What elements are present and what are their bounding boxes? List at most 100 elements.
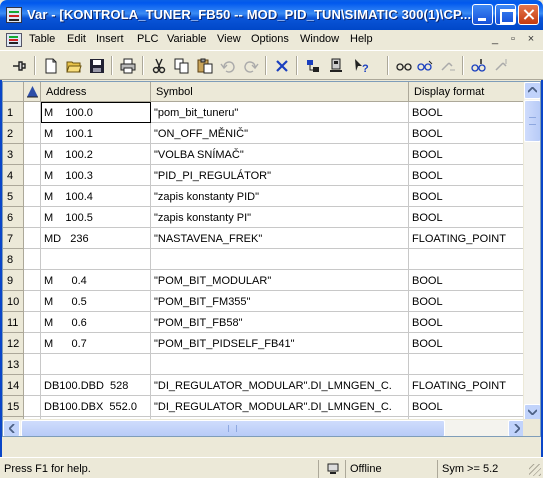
column-header-symbol[interactable]: Symbol [151, 82, 409, 102]
close-button[interactable] [518, 4, 539, 25]
copy-icon[interactable] [171, 55, 193, 77]
address-cell[interactable]: M 100.4 [41, 186, 151, 207]
address-cell[interactable]: M 0.5 [41, 291, 151, 312]
resize-grip[interactable] [529, 464, 541, 476]
table-row[interactable]: 10 M 0.5 "POM_BIT_FM355" BOOL [3, 291, 525, 312]
glasses-icon[interactable] [393, 55, 415, 77]
mdi-minimize-button[interactable]: _ [488, 33, 502, 46]
document-menu-icon[interactable] [6, 33, 22, 47]
monitor-plc-icon[interactable] [325, 55, 347, 77]
menu-help[interactable]: Help [350, 33, 373, 45]
address-cell[interactable]: M 100.3 [41, 165, 151, 186]
symbol-cell[interactable]: "zapis konstanty PI" [151, 207, 409, 228]
address-cell[interactable]: M 100.0 [41, 102, 151, 123]
table-row[interactable]: 8 [3, 249, 525, 270]
column-header-display-format[interactable]: Display format [409, 82, 525, 102]
display-format-cell[interactable]: BOOL [409, 270, 525, 291]
print-icon[interactable] [117, 55, 139, 77]
display-format-cell[interactable] [409, 354, 525, 375]
trigger-icon[interactable] [468, 55, 490, 77]
address-cell[interactable]: M 100.5 [41, 207, 151, 228]
display-format-cell[interactable]: BOOL [409, 186, 525, 207]
symbol-cell[interactable]: "DI_REGULATOR_MODULAR".DI_LMNGEN_C. [151, 375, 409, 396]
save-icon[interactable] [86, 55, 108, 77]
scroll-up-button[interactable] [524, 82, 540, 99]
maximize-button[interactable] [495, 4, 516, 25]
new-file-icon[interactable] [40, 55, 62, 77]
address-cell[interactable]: M 100.2 [41, 144, 151, 165]
display-format-cell[interactable]: BOOL [409, 333, 525, 354]
status-column-header[interactable] [24, 82, 41, 102]
scroll-left-button[interactable] [3, 420, 20, 436]
display-format-cell[interactable]: BOOL [409, 123, 525, 144]
address-cell[interactable]: MD 236 [41, 228, 151, 249]
vertical-scrollbar[interactable] [523, 82, 540, 421]
vertical-scroll-thumb[interactable] [524, 100, 540, 142]
table-row[interactable]: 15 DB100.DBX 552.0 "DI_REGULATOR_MODULAR".… [3, 396, 525, 417]
table-row[interactable]: 6 M 100.5 "zapis konstanty PI" BOOL [3, 207, 525, 228]
symbol-cell[interactable]: "POM_BIT_FB58" [151, 312, 409, 333]
horizontal-scrollbar[interactable] [3, 419, 525, 436]
menu-view[interactable]: View [217, 33, 241, 45]
table-row[interactable]: 14 DB100.DBD 528 "DI_REGULATOR_MODULAR".DI… [3, 375, 525, 396]
address-cell[interactable]: M 0.7 [41, 333, 151, 354]
table-row[interactable]: 13 [3, 354, 525, 375]
display-format-cell[interactable]: FLOATING_POINT [409, 375, 525, 396]
address-cell[interactable]: M 100.1 [41, 123, 151, 144]
symbol-cell[interactable]: "POM_BIT_PIDSELF_FB41" [151, 333, 409, 354]
menu-options[interactable]: Options [251, 33, 289, 45]
monitor-var-icon[interactable] [414, 55, 436, 77]
table-row[interactable]: 1 M 100.0 "pom_bit_tuneru" BOOL [3, 102, 525, 123]
table-row[interactable]: 3 M 100.2 "VOLBA SNÍMAČ" BOOL [3, 144, 525, 165]
symbol-cell[interactable]: "VOLBA SNÍMAČ" [151, 144, 409, 165]
help-arrow-icon[interactable]: ? [350, 55, 372, 77]
table-row[interactable]: 12 M 0.7 "POM_BIT_PIDSELF_FB41" BOOL [3, 333, 525, 354]
address-cell[interactable] [41, 249, 151, 270]
display-format-cell[interactable]: FLOATING_POINT [409, 228, 525, 249]
cut-icon[interactable] [148, 55, 170, 77]
address-cell[interactable] [41, 354, 151, 375]
mdi-close-button[interactable]: × [524, 33, 538, 46]
variable-table[interactable]: Address Symbol Display format 1 M 100.0 "p… [2, 81, 541, 437]
symbol-cell[interactable]: "POM_BIT_MODULAR" [151, 270, 409, 291]
column-header-address[interactable]: Address [41, 82, 151, 102]
symbol-cell[interactable] [151, 249, 409, 270]
open-folder-icon[interactable] [63, 55, 85, 77]
mdi-restore-button[interactable]: ▫ [506, 33, 520, 46]
symbol-cell[interactable]: "ON_OFF_MĚNIČ" [151, 123, 409, 144]
table-row[interactable]: 2 M 100.1 "ON_OFF_MĚNIČ" BOOL [3, 123, 525, 144]
address-cell[interactable]: DB100.DBX 552.0 [41, 396, 151, 417]
symbol-cell[interactable]: "DI_REGULATOR_MODULAR".DI_LMNGEN_C. [151, 396, 409, 417]
insert-icon[interactable] [302, 55, 324, 77]
paste-icon[interactable] [194, 55, 216, 77]
address-cell[interactable]: M 0.6 [41, 312, 151, 333]
horizontal-scroll-thumb[interactable] [21, 420, 445, 436]
table-row[interactable]: 5 M 100.4 "zapis konstanty PID" BOOL [3, 186, 525, 207]
address-cell[interactable]: M 0.4 [41, 270, 151, 291]
menu-window[interactable]: Window [300, 33, 339, 45]
symbol-cell[interactable]: "NASTAVENA_FREK" [151, 228, 409, 249]
menu-table[interactable]: Table [29, 33, 55, 45]
variable-table-icon[interactable] [6, 7, 22, 23]
display-format-cell[interactable]: BOOL [409, 102, 525, 123]
display-format-cell[interactable]: BOOL [409, 396, 525, 417]
address-cell[interactable]: DB100.DBD 528 [41, 375, 151, 396]
menu-edit[interactable]: Edit [67, 33, 86, 45]
display-format-cell[interactable] [409, 249, 525, 270]
menu-insert[interactable]: Insert [96, 33, 124, 45]
symbol-cell[interactable]: "zapis konstanty PID" [151, 186, 409, 207]
table-row[interactable]: 9 M 0.4 "POM_BIT_MODULAR" BOOL [3, 270, 525, 291]
delete-icon[interactable] [271, 55, 293, 77]
symbol-cell[interactable]: "PID_PI_REGULÁTOR" [151, 165, 409, 186]
display-format-cell[interactable]: BOOL [409, 312, 525, 333]
display-format-cell[interactable]: BOOL [409, 207, 525, 228]
minimize-button[interactable] [472, 4, 493, 25]
display-format-cell[interactable]: BOOL [409, 165, 525, 186]
symbol-cell[interactable]: "pom_bit_tuneru" [151, 102, 409, 123]
table-row[interactable]: 7 MD 236 "NASTAVENA_FREK" FLOATING_POINT [3, 228, 525, 249]
table-row[interactable]: 11 M 0.6 "POM_BIT_FB58" BOOL [3, 312, 525, 333]
display-format-cell[interactable]: BOOL [409, 144, 525, 165]
pin-icon[interactable] [8, 55, 30, 77]
title-bar[interactable]: Var - [KONTROLA_TUNER_FB50 -- MOD_PID_TU… [0, 0, 543, 30]
table-row[interactable]: 4 M 100.3 "PID_PI_REGULÁTOR" BOOL [3, 165, 525, 186]
